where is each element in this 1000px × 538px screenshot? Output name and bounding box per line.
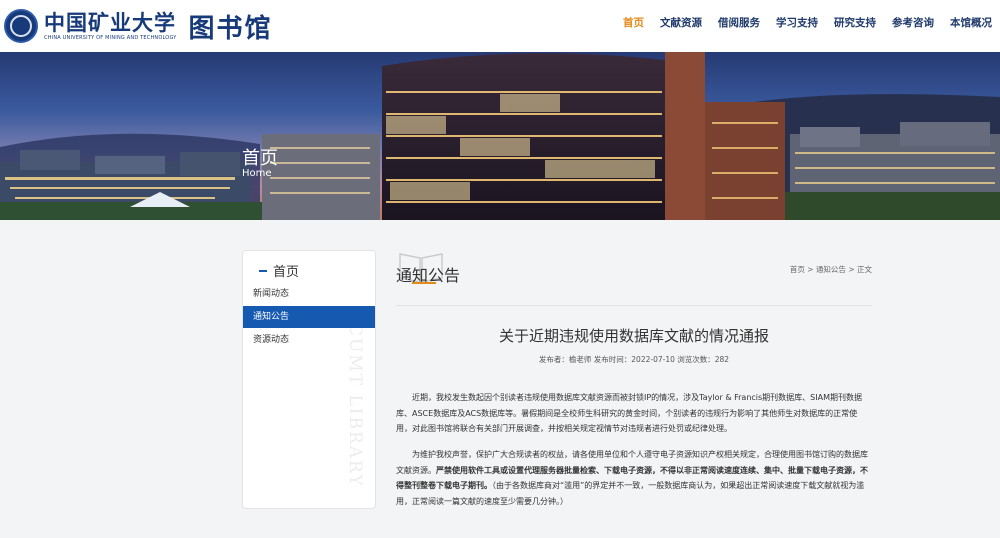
- nav-borrowing[interactable]: 借阅服务: [710, 15, 768, 30]
- university-seal-icon: [4, 9, 38, 43]
- nav-research[interactable]: 研究支持: [826, 15, 884, 30]
- divider: [396, 305, 872, 306]
- breadcrumb-current: 正文: [857, 265, 872, 274]
- breadcrumb-home[interactable]: 首页: [790, 265, 805, 274]
- library-building-illustration: [0, 52, 1000, 220]
- title-underline: [412, 282, 436, 284]
- sidebar: CUMT LIBRARY 首页 新闻动态 通知公告 资源动态: [242, 250, 376, 509]
- article-paragraph-2: 为维护我校声誉，保护广大合规读者的权益，请各使用单位和个人遵守电子资源知识产权相…: [396, 450, 868, 506]
- banner-image: 首页 Home: [0, 52, 1000, 220]
- nav-about[interactable]: 本馆概况: [942, 15, 1000, 30]
- nav-home[interactable]: 首页: [615, 15, 652, 30]
- article-meta: 发布者：榆老师 发布时间：2022-07-10 浏览次数：282: [538, 355, 730, 364]
- breadcrumb: 首页 > 通知公告 > 正文: [789, 265, 872, 274]
- logo-university-name: 中国矿业大学: [44, 9, 176, 35]
- nav-resources[interactable]: 文献资源: [652, 15, 710, 30]
- sidebar-item-resources[interactable]: 资源动态: [243, 329, 375, 351]
- logo-library-name: 图书馆: [188, 13, 273, 44]
- sidebar-heading: 首页: [259, 261, 299, 280]
- sidebar-item-notices[interactable]: 通知公告: [243, 306, 375, 328]
- banner-subtitle: Home: [242, 168, 272, 179]
- banner-title: 首页: [242, 148, 278, 169]
- site-header: 中国矿业大学 CHINA UNIVERSITY OF MINING AND TE…: [0, 0, 1000, 52]
- site-logo[interactable]: 中国矿业大学 CHINA UNIVERSITY OF MINING AND TE…: [4, 4, 273, 48]
- logo-university-english: CHINA UNIVERSITY OF MINING AND TECHNOLOG…: [44, 34, 177, 41]
- nav-reference[interactable]: 参考咨询: [884, 15, 942, 30]
- breadcrumb-notices[interactable]: 通知公告: [816, 265, 846, 274]
- article-paragraph-1: 近期，我校发生数起因个别读者违规使用数据库文献资源而被封锁IP的情况，涉及Tay…: [396, 393, 862, 433]
- article-title: 关于近期违规使用数据库文献的情况通报: [498, 327, 769, 345]
- nav-learning[interactable]: 学习支持: [768, 15, 826, 30]
- main-nav: 首页 文献资源 借阅服务 学习支持 研究支持 参考咨询 本馆概况: [615, 15, 1000, 30]
- sidebar-item-news[interactable]: 新闻动态: [243, 283, 375, 305]
- dash-icon: [259, 269, 267, 272]
